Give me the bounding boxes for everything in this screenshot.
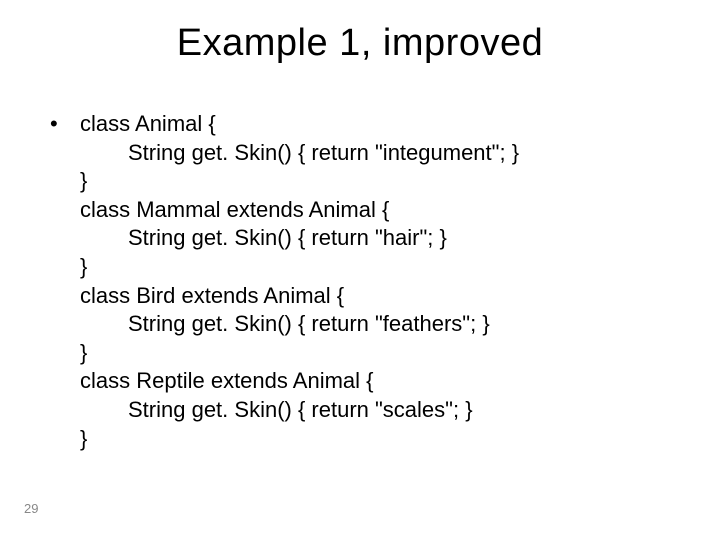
code-line: class Reptile extends Animal { [80,367,519,396]
slide-title: Example 1, improved [0,22,720,65]
code-line: String get. Skin() { return "integument"… [80,139,519,168]
page-number: 29 [24,501,38,516]
slide: Example 1, improved • class Animal { Str… [0,0,720,540]
code-line: String get. Skin() { return "hair"; } [80,224,519,253]
code-line: class Animal { [80,110,519,139]
code-line: String get. Skin() { return "feathers"; … [80,310,519,339]
code-block: class Animal { String get. Skin() { retu… [80,110,519,453]
code-line: class Mammal extends Animal { [80,196,519,225]
code-line: class Bird extends Animal { [80,282,519,311]
code-line: } [80,253,519,282]
bullet-item: • class Animal { String get. Skin() { re… [50,110,680,453]
code-line: } [80,425,519,454]
bullet-marker: • [50,110,80,139]
code-line: } [80,167,519,196]
code-line: } [80,339,519,368]
slide-body: • class Animal { String get. Skin() { re… [50,110,680,453]
code-line: String get. Skin() { return "scales"; } [80,396,519,425]
